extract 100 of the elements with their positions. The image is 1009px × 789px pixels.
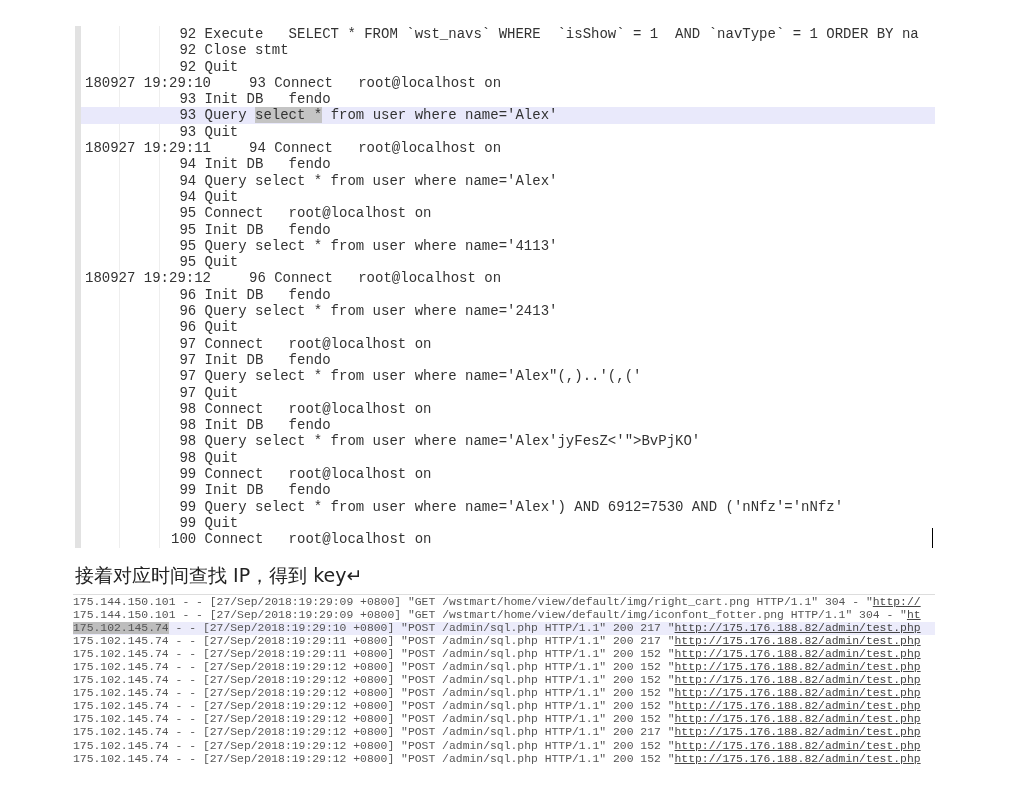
log-thread-id: 94 (178, 156, 197, 173)
referer-link[interactable]: http://175.176.188.82/admin/test.php (674, 634, 921, 647)
ip-address: 175.144.150.101 (73, 608, 176, 621)
ip-address: 175.102.145.74 (73, 713, 169, 726)
ip-address: 175.102.145.74 (73, 752, 169, 765)
log-entry: Connect root@localhost on (274, 74, 502, 92)
referer-link[interactable]: http://175.176.188.82/admin/test.php (674, 713, 921, 726)
log-thread-id: 93 (178, 107, 197, 124)
ip-address: 175.144.150.101 (73, 595, 176, 608)
log-thread-id: 95 (178, 221, 197, 238)
log-entry: Connect root@localhost on (204, 335, 432, 352)
referer-link[interactable]: http://175.176.188.82/admin/test.php (674, 752, 921, 765)
log-entry: - - [27/Sep/2018:19:29:12 +0800] "POST /admin/sql.php HTTP/1.1" 200 152 " (174, 660, 675, 673)
log-entry: - - [27/Sep/2018:19:29:12 +0800] "POST /admin/sql.php HTTP/1.1" 200 152 " (174, 674, 675, 687)
ip-address: 175.102.145.74 (73, 739, 169, 752)
referer-link[interactable]: http://175.176.188.82/admin/test.php (674, 660, 921, 673)
log-entry: Quit (204, 188, 239, 206)
referer-link[interactable]: http://175.176.188.82/admin/test.php (674, 739, 921, 752)
log-thread-id: 96 (178, 319, 197, 336)
log-entry: Query select * from user where name='Alex' (204, 172, 558, 189)
log-thread-id: 92 (178, 58, 197, 75)
ip-address: 175.102.145.74 (73, 621, 169, 634)
log-timestamp: 180927 19:29:11 (85, 140, 213, 157)
ip-address: 175.102.145.74 (73, 674, 169, 687)
log-thread-id: 98 (178, 449, 197, 466)
log-thread-id: 98 (178, 433, 197, 450)
log-timestamp: 180927 19:29:10 (85, 74, 213, 92)
ip-address: 175.102.145.74 (73, 660, 169, 673)
log-entry: - - [27/Sep/2018:19:29:12 +0800] "POST /admin/sql.php HTTP/1.1" 200 217 " (174, 726, 675, 739)
referer-link[interactable]: ht (906, 608, 921, 621)
log-thread-id: 99 (178, 498, 197, 515)
log-entry: Query select * from user where name='Alex'jyFesZ<'">BvPjKO' (204, 433, 701, 450)
log-timestamp: 180927 19:29:12 (85, 270, 213, 287)
log-thread-id: 97 (178, 351, 197, 369)
log-thread-id: 96 (178, 286, 197, 304)
log-thread-id: 95 (178, 254, 197, 271)
log-entry: Init DB fendo (204, 286, 331, 304)
log-thread-id: 96 (249, 270, 266, 287)
log-entry: Connect root@localhost on (204, 400, 432, 418)
log-entry: Quit (204, 58, 239, 75)
log-entry: - - [27/Sep/2018:19:29:09 +0800] "GET /wstmart/home/view/default/img/right_cart.png HTTP/1.1" 304 - " (181, 595, 873, 608)
log-thread-id: 93 (178, 123, 197, 141)
ip-address: 175.102.145.74 (73, 700, 169, 713)
log-entry: Query select * from user where name='Alex') AND 6912=7530 AND ('nNfz'='nNfz' (204, 498, 844, 515)
log-entry: Query select * from user where name='2413' (204, 303, 558, 320)
ip-address: 175.102.145.74 (73, 634, 169, 647)
log-entry: Init DB fendo (204, 156, 331, 173)
log-entry: Quit (204, 384, 239, 401)
log-entry: Init DB fendo (204, 221, 331, 238)
log-entry: Connect root@localhost on (274, 270, 502, 287)
log-entry: Execute SELECT * FROM `wst_navs` WHERE `isShow` = 1 AND `navType` = 1 ORDER BY na (204, 26, 919, 43)
log-entry: Init DB fendo (204, 482, 331, 499)
referer-link[interactable]: http://175.176.188.82/admin/test.php (674, 687, 921, 700)
log-entry: Query select * from user where name='Alex"(,)..'(,(' (204, 368, 642, 385)
log-entry: Query select * from user where name='Alex' (204, 107, 558, 124)
log-entry: Init DB fendo (204, 417, 331, 434)
ip-address: 175.102.145.74 (73, 726, 169, 739)
log-entry: Quit (204, 123, 239, 141)
log-entry: Query select * from user where name='4113' (204, 237, 558, 255)
referer-link[interactable]: http://175.176.188.82/admin/test.php (674, 700, 921, 713)
log-thread-id: 98 (178, 400, 197, 418)
log-thread-id: 100 (171, 531, 197, 548)
log-thread-id: 95 (178, 237, 197, 255)
log-entry: - - [27/Sep/2018:19:29:11 +0800] "POST /admin/sql.php HTTP/1.1" 200 217 " (174, 634, 675, 647)
log-thread-id: 94 (178, 188, 197, 206)
log-thread-id: 99 (178, 482, 197, 499)
log-entry: - - [27/Sep/2018:19:29:10 +0800] "POST /admin/sql.php HTTP/1.1" 200 217 " (174, 621, 675, 634)
log-thread-id: 96 (178, 303, 197, 320)
log-thread-id: 94 (249, 140, 266, 157)
log-thread-id: 92 (178, 26, 197, 43)
referer-link[interactable]: http://175.176.188.82/admin/test.php (674, 674, 921, 687)
referer-link[interactable]: http://175.176.188.82/admin/test.php (674, 726, 921, 739)
log-thread-id: 99 (178, 514, 197, 532)
ip-address: 175.102.145.74 (73, 687, 169, 700)
log-thread-id: 92 (178, 42, 197, 59)
log-thread-id: 97 (178, 368, 197, 385)
referer-link[interactable]: http://175.176.188.82/admin/test.php (674, 621, 921, 634)
paragraph: 接着对应时间查找 IP，得到 key↵ (75, 562, 364, 588)
log-thread-id: 98 (178, 417, 197, 434)
log-thread-id: 97 (178, 384, 197, 401)
log-entry: Connect root@localhost on (204, 531, 432, 548)
log-entry: Quit (204, 254, 239, 271)
log-entry: Init DB fendo (204, 351, 331, 369)
log-entry: - - [27/Sep/2018:19:29:12 +0800] "POST /admin/sql.php HTTP/1.1" 200 152 " (174, 713, 675, 726)
log-entry: - - [27/Sep/2018:19:29:12 +0800] "POST /admin/sql.php HTTP/1.1" 200 152 " (174, 752, 675, 765)
referer-link[interactable]: http:// (872, 595, 921, 608)
log-thread-id: 99 (178, 466, 197, 483)
log-entry: - - [27/Sep/2018:19:29:12 +0800] "POST /admin/sql.php HTTP/1.1" 200 152 " (174, 739, 675, 752)
log-entry: - - [27/Sep/2018:19:29:11 +0800] "POST /admin/sql.php HTTP/1.1" 200 152 " (174, 647, 675, 660)
log-entry: - - [27/Sep/2018:19:29:09 +0800] "GET /wstmart/home/view/default/img/iconfont_fotter.png HTTP/1.1" 304 - " (181, 608, 907, 621)
ip-address: 175.102.145.74 (73, 647, 169, 660)
text-cursor (932, 527, 933, 548)
log-entry: Close stmt (204, 42, 289, 59)
log-entry: Connect root@localhost on (204, 466, 432, 483)
log-entry: Connect root@localhost on (274, 140, 502, 157)
referer-link[interactable]: http://175.176.188.82/admin/test.php (674, 647, 921, 660)
log-thread-id: 95 (178, 205, 197, 222)
log-entry: Init DB fendo (204, 91, 331, 108)
log-entry: - - [27/Sep/2018:19:29:12 +0800] "POST /admin/sql.php HTTP/1.1" 200 152 " (174, 687, 675, 700)
log-entry: - - [27/Sep/2018:19:29:12 +0800] "POST /admin/sql.php HTTP/1.1" 200 152 " (174, 700, 675, 713)
